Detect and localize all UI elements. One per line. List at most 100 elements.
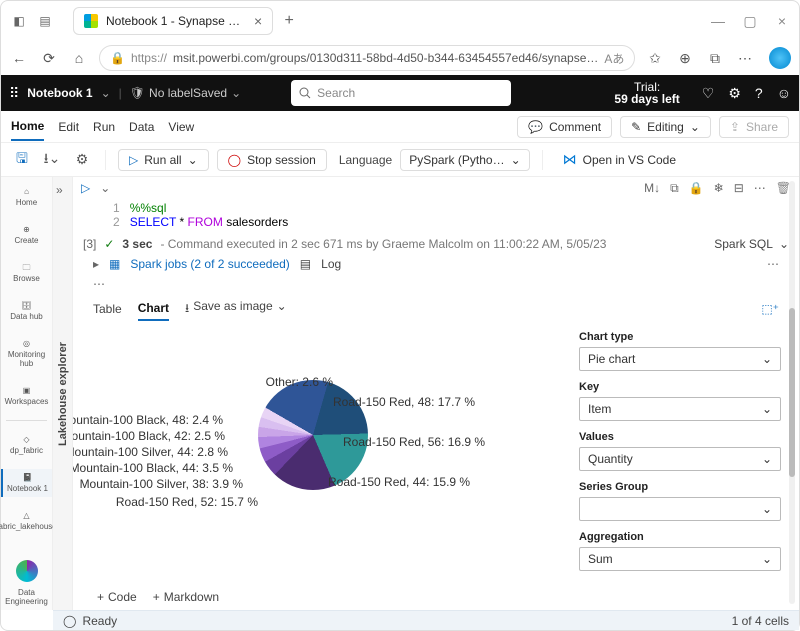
close-window-icon[interactable]: × <box>773 13 791 30</box>
cell-more-icon[interactable]: ⋯ <box>754 181 766 196</box>
toolbar: 🖫 ⭳⌄ ⚙ ▷Run all⌄ ◯Stop session Language … <box>1 143 799 177</box>
vscode-icon: ⋈ <box>563 151 577 168</box>
series-select[interactable]: ⌄ <box>579 497 781 521</box>
chevron-down-icon[interactable]: ⌄ <box>779 237 789 251</box>
browser-tab[interactable]: Notebook 1 - Synapse Data Eng × <box>73 7 273 35</box>
comment-button[interactable]: 💬Comment <box>517 116 612 138</box>
charttype-select[interactable]: Pie chart⌄ <box>579 347 781 371</box>
tab-title: Notebook 1 - Synapse Data Eng <box>106 14 246 28</box>
app-launcher-icon[interactable]: ⠿ <box>9 85 19 102</box>
exec-time: 3 sec <box>122 237 152 251</box>
collections-icon[interactable]: ⊕ <box>675 50 695 67</box>
expand-output-icon[interactable]: ⬚⁺ <box>761 302 779 316</box>
favorites-icon[interactable]: ✩ <box>645 50 665 67</box>
home-icon: ⌂ <box>24 187 29 196</box>
series-label: Series Group <box>579 481 781 493</box>
lock-cell-icon[interactable]: 🔒 <box>689 181 704 196</box>
pie-chart: Road-150 Red, 48: 17.7 %Road-150 Red, 56… <box>73 325 579 584</box>
minimize-icon[interactable]: — <box>709 13 727 30</box>
run-cell-icon[interactable]: ▷ <box>81 181 90 195</box>
sidebar-icon[interactable]: ▤ <box>35 11 55 31</box>
notebook-chevron-icon[interactable]: ⌄ <box>101 86 111 100</box>
rail-browse[interactable]: 🗀Browse <box>1 259 52 287</box>
home-nav-icon[interactable]: ⌂ <box>69 50 89 66</box>
agg-label: Aggregation <box>579 531 781 543</box>
extensions-icon[interactable]: ⧉ <box>705 50 725 67</box>
jobs-more-icon[interactable]: ⋯ <box>767 257 779 271</box>
share-icon: ⇪ <box>730 120 740 134</box>
tab-chart[interactable]: Chart <box>138 297 169 321</box>
editing-mode-button[interactable]: ✎Editing⌄ <box>620 116 711 138</box>
freeze-cell-icon[interactable]: ❄ <box>714 181 724 196</box>
add-markdown-cell[interactable]: +Markdown <box>153 590 219 604</box>
rail-datahub[interactable]: 🗄Data hub <box>1 297 52 325</box>
notebook-name[interactable]: Notebook 1 <box>27 86 92 100</box>
back-icon[interactable]: ← <box>9 50 29 66</box>
rail-workspaces[interactable]: ▣Workspaces <box>1 382 52 410</box>
bing-chat-icon[interactable] <box>769 47 791 69</box>
caret-right-icon[interactable]: ▸ <box>93 257 99 271</box>
log-link[interactable]: Log <box>321 257 341 271</box>
values-select[interactable]: Quantity⌄ <box>579 447 781 471</box>
scrollbar-thumb[interactable] <box>789 308 795 477</box>
settings-icon[interactable]: ⚙ <box>728 85 741 102</box>
spark-jobs-link[interactable]: Spark jobs (2 of 2 succeeded) <box>130 257 289 271</box>
rail-home[interactable]: ⌂Home <box>1 183 52 211</box>
notifications-icon[interactable]: ♡ <box>702 85 715 102</box>
markdown-toggle-icon[interactable]: M↓ <box>644 181 660 196</box>
rail-monitoring[interactable]: ◎Monitoring hub <box>1 335 52 372</box>
language-select[interactable]: PySpark (Pytho…⌄ <box>400 149 529 171</box>
pie-slice-label: Mountain-100 Silver, 44: 2.8 % <box>73 445 228 459</box>
lakehouse-explorer-panel[interactable]: » Lakehouse explorer <box>53 177 73 610</box>
translate-icon[interactable]: A⁺ <box>634 50 635 67</box>
sensitivity-label[interactable]: 🛡No labelSaved⌄ <box>130 86 241 100</box>
expand-panel-icon[interactable]: » <box>56 183 63 197</box>
feedback-icon[interactable]: ☺ <box>777 85 791 102</box>
save-icon[interactable]: 🖫 <box>11 148 33 172</box>
play-icon: ▷ <box>129 153 138 167</box>
add-code-cell[interactable]: +Code <box>97 590 137 604</box>
save-as-image-button[interactable]: ⭳Save as image⌄ <box>185 299 287 320</box>
key-label: Key <box>579 381 781 393</box>
rail-dpfabric[interactable]: ◇dp_fabric <box>1 431 52 459</box>
refresh-icon[interactable]: ⟳ <box>39 50 59 67</box>
menu-home[interactable]: Home <box>11 113 44 141</box>
help-icon[interactable]: ? <box>755 85 763 102</box>
menu-data[interactable]: Data <box>129 114 154 140</box>
read-aloud-icon[interactable]: Aあ <box>604 50 624 67</box>
pie-slice-label: Mountain-100 Silver, 38: 3.9 % <box>80 477 243 491</box>
menu-view[interactable]: View <box>168 114 194 140</box>
search-input[interactable]: Search <box>291 80 511 106</box>
menu-edit[interactable]: Edit <box>58 114 79 140</box>
code-cell[interactable]: 12 %%sql SELECT * FROM salesorders <box>73 199 799 235</box>
open-vscode-button[interactable]: ⋈ Open in VS Code <box>563 151 676 168</box>
agg-select[interactable]: Sum⌄ <box>579 547 781 571</box>
spark-icon: ▦ <box>109 257 120 271</box>
workspaces-icon[interactable]: ◧ <box>9 11 29 31</box>
rail-lakehouse[interactable]: △fabric_lakehouse <box>1 507 52 535</box>
database-icon: 🗄 <box>21 301 31 310</box>
copy-cell-icon[interactable]: ⧉ <box>670 181 679 196</box>
share-button[interactable]: ⇪Share <box>719 116 789 138</box>
code-content: %%sql SELECT * FROM salesorders <box>130 201 289 229</box>
rail-create[interactable]: ⊕Create <box>1 221 52 249</box>
more-icon[interactable]: ⋯ <box>735 50 755 67</box>
cell-drag-handle[interactable]: ⋯ <box>73 275 799 293</box>
scrollbar[interactable] <box>789 181 795 604</box>
new-tab-icon[interactable]: + <box>279 11 299 31</box>
cell-menu-icon[interactable]: ⌄ <box>100 181 110 195</box>
tab-table[interactable]: Table <box>93 298 122 320</box>
url-bar[interactable]: 🔒 https://msit.powerbi.com/groups/0130d3… <box>99 45 635 71</box>
key-select[interactable]: Item⌄ <box>579 397 781 421</box>
stop-session-button[interactable]: ◯Stop session <box>217 149 327 171</box>
run-all-button[interactable]: ▷Run all⌄ <box>118 149 209 171</box>
pie-slice-label: Road-150 Red, 44: 15.9 % <box>328 475 470 489</box>
download-icon[interactable]: ⭳⌄ <box>41 148 63 172</box>
collapse-cell-icon[interactable]: ⊟ <box>734 181 744 196</box>
rail-notebook[interactable]: 📓Notebook 1 <box>1 469 52 497</box>
rail-dataeng[interactable]: Data Engineering <box>1 556 52 610</box>
close-tab-icon[interactable]: × <box>254 13 262 29</box>
gear-icon[interactable]: ⚙ <box>71 151 93 168</box>
maximize-icon[interactable]: ▢ <box>741 13 759 30</box>
menu-run[interactable]: Run <box>93 114 115 140</box>
